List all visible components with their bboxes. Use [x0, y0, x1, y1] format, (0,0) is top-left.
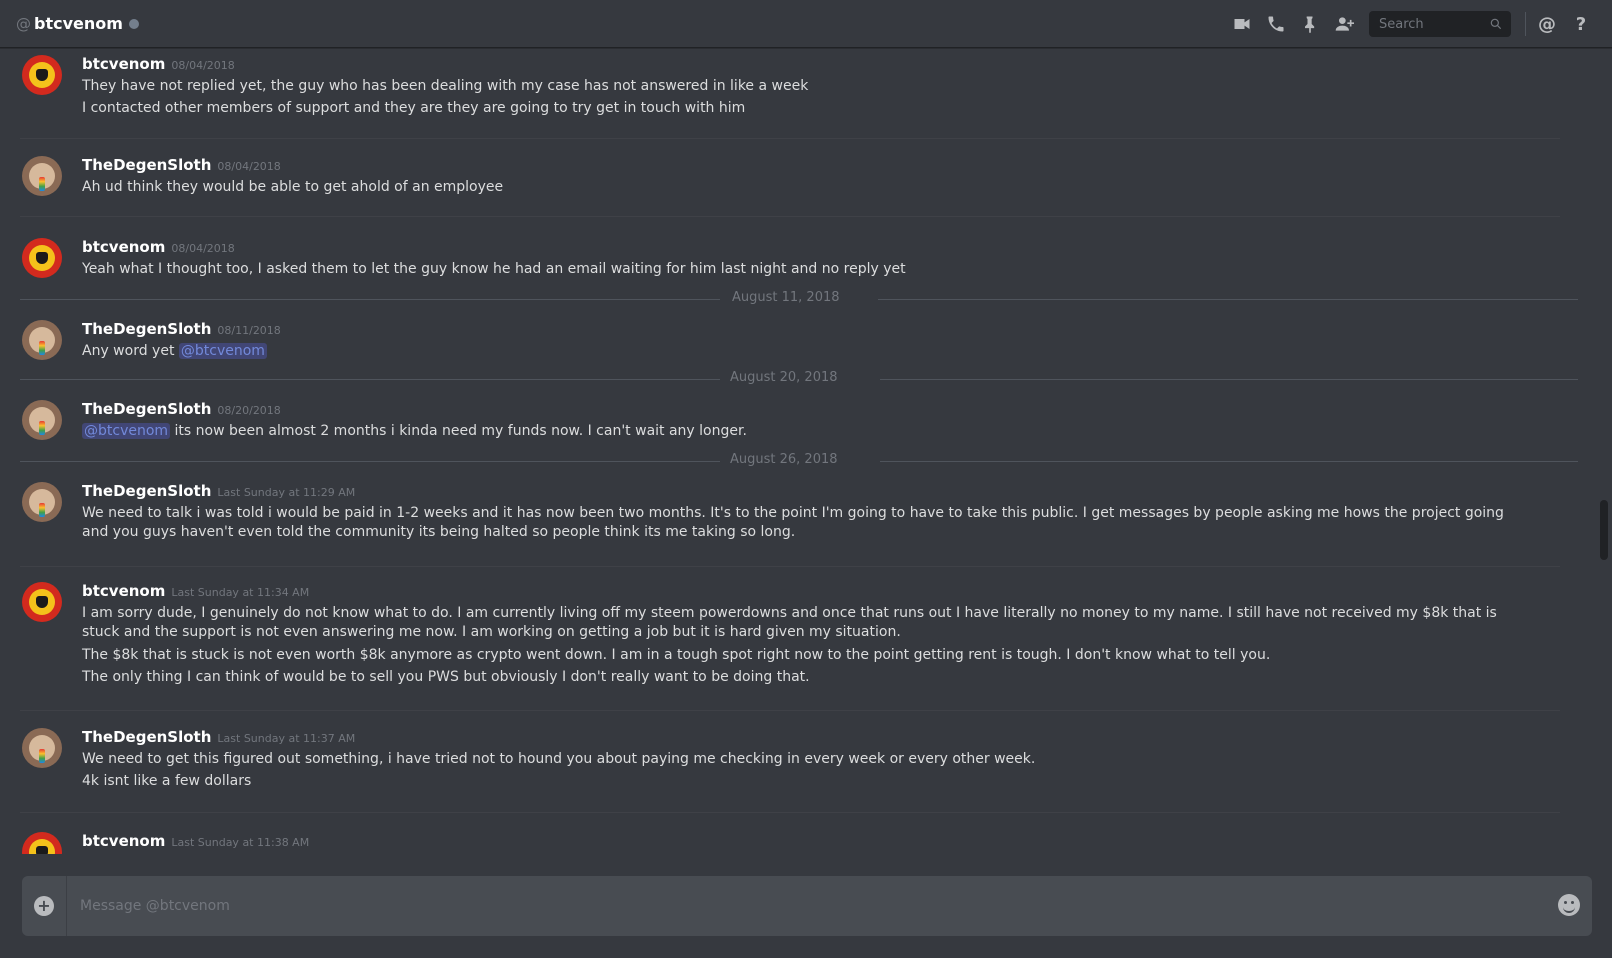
- avatar[interactable]: [22, 728, 62, 768]
- message-divider: [20, 812, 1560, 813]
- message-divider: [20, 216, 1560, 217]
- avatar[interactable]: [22, 400, 62, 440]
- message-timestamp: 08/04/2018: [171, 242, 235, 255]
- message-timestamp: Last Sunday at 11:34 AM: [171, 586, 310, 599]
- message-author[interactable]: TheDegenSloth Last Sunday at 11:29 AM: [82, 482, 355, 500]
- date-separator: August 26, 2018: [20, 452, 1578, 470]
- plus-icon: +: [34, 896, 54, 916]
- avatar[interactable]: [22, 156, 62, 196]
- message-divider: [20, 566, 1560, 567]
- message-author[interactable]: TheDegenSloth 08/11/2018: [82, 320, 281, 338]
- video-call-icon[interactable]: [1231, 13, 1253, 35]
- search-icon: [1490, 18, 1502, 30]
- message-timestamp: 08/11/2018: [217, 324, 281, 337]
- message-author[interactable]: TheDegenSloth Last Sunday at 11:37 AM: [82, 728, 355, 746]
- header-divider: [1525, 12, 1526, 36]
- message-timestamp: Last Sunday at 11:38 AM: [171, 836, 310, 849]
- message-text: The $8k that is stuck is not even worth …: [82, 647, 1271, 663]
- message-author[interactable]: btcvenom 08/04/2018: [82, 238, 235, 256]
- user-mention[interactable]: @btcvenom: [82, 423, 171, 439]
- avatar[interactable]: [22, 55, 62, 95]
- search-box[interactable]: [1369, 11, 1511, 37]
- date-separator: August 20, 2018: [20, 370, 1578, 388]
- avatar[interactable]: [22, 238, 62, 278]
- message-text: We need to get this figured out somethin…: [82, 751, 1036, 767]
- message-text: Yeah what I thought too, I asked them to…: [82, 261, 906, 277]
- message-timestamp: 08/20/2018: [217, 404, 281, 417]
- message-timestamp: 08/04/2018: [217, 160, 281, 173]
- at-icon: @: [16, 14, 31, 33]
- message-timestamp: Last Sunday at 11:37 AM: [217, 732, 356, 745]
- pin-icon[interactable]: [1299, 13, 1321, 35]
- scrollbar[interactable]: [1600, 48, 1608, 854]
- message-text: I contacted other members of support and…: [82, 100, 746, 116]
- message-text: The only thing I can think of would be t…: [82, 669, 810, 685]
- search-input[interactable]: [1377, 15, 1481, 33]
- status-dot: [128, 18, 139, 29]
- message-text: 4k isnt like a few dollars: [82, 773, 252, 789]
- message-author[interactable]: TheDegenSloth 08/20/2018: [82, 400, 281, 418]
- message-text: @btcvenom its now been almost 2 months i…: [82, 423, 747, 439]
- message-text: Ah ud think they would be able to get ah…: [82, 179, 504, 195]
- message-author[interactable]: btcvenom Last Sunday at 11:38 AM: [82, 832, 309, 850]
- message-author[interactable]: TheDegenSloth 08/04/2018: [82, 156, 281, 174]
- message-divider: [20, 138, 1560, 139]
- avatar[interactable]: [22, 582, 62, 622]
- avatar[interactable]: [22, 482, 62, 522]
- upload-button[interactable]: +: [22, 876, 67, 936]
- date-separator: August 11, 2018: [20, 290, 1578, 308]
- avatar[interactable]: [22, 320, 62, 360]
- channel-title: btcvenom: [34, 14, 123, 33]
- message-author[interactable]: btcvenom Last Sunday at 11:34 AM: [82, 582, 309, 600]
- avatar[interactable]: [22, 832, 62, 854]
- message-divider: [20, 710, 1560, 711]
- emoji-icon[interactable]: [1558, 894, 1580, 916]
- add-friend-icon[interactable]: [1333, 13, 1355, 35]
- message-timestamp: Last Sunday at 11:29 AM: [217, 486, 356, 499]
- message-text: We need to talk i was told i would be pa…: [82, 505, 1504, 540]
- message-author[interactable]: btcvenom 08/04/2018: [82, 55, 235, 73]
- help-icon[interactable]: ?: [1570, 13, 1592, 35]
- user-mention[interactable]: @btcvenom: [178, 343, 267, 359]
- header-toolbar: @ ?: [1225, 0, 1598, 48]
- message-text: I am sorry dude, I genuinely do not know…: [82, 605, 1497, 640]
- message-text: They have not replied yet, the guy who h…: [82, 78, 809, 94]
- message-timestamp: 08/04/2018: [171, 59, 235, 72]
- message-input[interactable]: [78, 894, 1502, 918]
- mentions-icon[interactable]: @: [1536, 13, 1558, 35]
- chat-header: @ btcvenom @ ?: [0, 0, 1612, 48]
- voice-call-icon[interactable]: [1265, 13, 1287, 35]
- message-composer: +: [22, 876, 1592, 936]
- scrollbar-thumb[interactable]: [1600, 500, 1608, 560]
- message-list[interactable]: btcvenom 08/04/2018 They have not replied…: [0, 48, 1600, 854]
- message-text: Any word yet @btcvenom: [82, 343, 267, 359]
